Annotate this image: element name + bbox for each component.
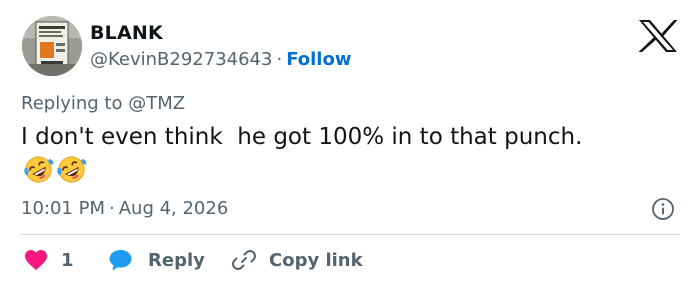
author-display-name[interactable]: BLANK xyxy=(90,22,163,44)
handle-separator: · xyxy=(276,49,283,70)
like-count: 1 xyxy=(61,249,74,271)
heart-icon xyxy=(25,250,47,270)
info-icon[interactable] xyxy=(651,197,675,221)
tweet-emojis xyxy=(23,154,89,186)
reply-label: Reply xyxy=(148,249,205,271)
copy-link-button[interactable]: Copy link xyxy=(231,245,363,275)
follow-button[interactable]: Follow xyxy=(286,49,351,70)
copy-link-label: Copy link xyxy=(269,249,363,271)
author-handle-row: @KevinB292734643 · Follow xyxy=(90,49,351,70)
x-logo-icon[interactable] xyxy=(637,19,679,53)
replying-to-handle[interactable]: @TMZ xyxy=(128,93,185,114)
avatar-photo-icon xyxy=(22,16,82,76)
author-avatar[interactable] xyxy=(22,16,82,76)
link-icon xyxy=(232,250,256,270)
tweet-actions-bar: 1 Reply Copy link xyxy=(21,245,681,275)
reply-button[interactable]: Reply xyxy=(108,245,205,275)
replying-to-line: Replying to @TMZ xyxy=(21,93,185,114)
tweet-text: I don't even think he got 100% in to tha… xyxy=(21,124,583,150)
rolling-on-floor-laughing-emoji-icon xyxy=(24,156,54,183)
timestamp-separator: · xyxy=(108,198,115,219)
replying-to-prefix: Replying to xyxy=(21,93,129,114)
author-handle[interactable]: @KevinB292734643 xyxy=(90,49,272,70)
actions-divider xyxy=(21,234,679,235)
tweet-timestamp[interactable]: 10:01 PM · Aug 4, 2026 xyxy=(21,198,228,219)
chat-bubble-icon xyxy=(109,250,132,271)
rolling-on-floor-laughing-emoji-icon xyxy=(57,156,87,183)
tweet-card: BLANK @KevinB292734643 · Follow Replying t… xyxy=(0,0,700,287)
like-button[interactable]: 1 xyxy=(24,245,74,275)
tweet-time: 10:01 PM xyxy=(21,198,105,219)
tweet-date: Aug 4, 2026 xyxy=(118,198,229,219)
